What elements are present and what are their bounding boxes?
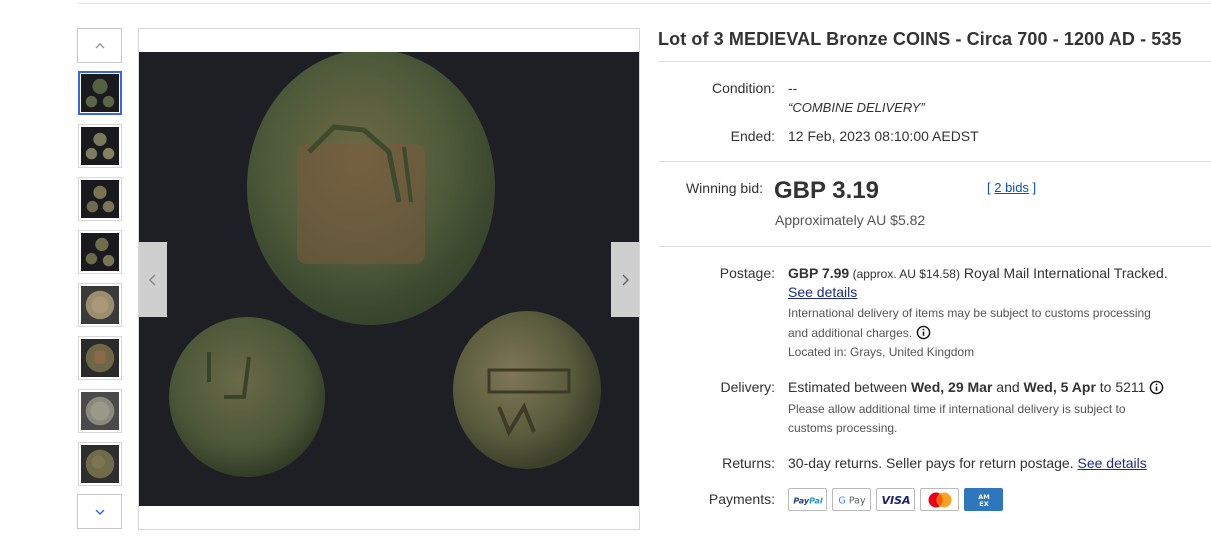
payment-methods: PayPal G Pay VISA AM EX [788, 488, 1003, 511]
coin-closeup-thumbnail [81, 445, 119, 483]
svg-text:VISA: VISA [881, 494, 910, 507]
amex-icon: AMEX [978, 493, 990, 508]
payments-label: Payments: [708, 491, 775, 507]
visa-logo: VISA [876, 488, 915, 511]
postage-value: GBP 7.99 (approx. AU $14.58) Royal Mail … [788, 265, 1168, 281]
thumbnail-scroll-up-button[interactable] [77, 28, 122, 63]
delivery-note-line1: Please allow additional time if internat… [788, 402, 1126, 416]
previous-image-button[interactable] [139, 242, 167, 317]
visa-icon: VISA [881, 494, 910, 507]
thumbnail-1[interactable] [78, 71, 122, 115]
delivery-postcode: to 5211 [1095, 379, 1146, 395]
ended-label: Ended: [730, 128, 775, 144]
postage-price: GBP 7.99 [788, 265, 850, 281]
condition-note: “COMBINE DELIVERY” [788, 100, 925, 115]
coin-closeup-thumbnail [81, 392, 119, 430]
paypal-icon: PayPal [793, 496, 822, 505]
paypal-logo: PayPal [788, 488, 827, 511]
chevron-right-icon [622, 273, 630, 286]
coin-closeup-thumbnail [81, 286, 119, 324]
listing-title: Lot of 3 MEDIEVAL Bronze COINS - Circa 7… [658, 29, 1182, 49]
customs-notice-line1: International delivery of items may be s… [788, 306, 1151, 320]
winning-bid-label: Winning bid: [685, 180, 763, 196]
amex-logo: AM EX [964, 488, 1003, 511]
ended-value: 12 Feb, 2023 08:10:00 AEDST [788, 128, 979, 144]
delivery-to-date: Wed, 5 Apr [1023, 379, 1096, 395]
top-divider [78, 0, 1211, 4]
info-icon[interactable] [1149, 380, 1164, 395]
chevron-left-icon [148, 273, 156, 286]
thumbnail-2[interactable] [78, 124, 122, 168]
returns-text: 30-day returns. Seller pays for return p… [788, 455, 1078, 471]
postage-service: Royal Mail International Tracked. [959, 265, 1168, 281]
divider [658, 246, 1211, 247]
bronze-coins-photo [139, 52, 639, 506]
main-product-image[interactable] [139, 52, 639, 506]
chevron-up-icon [95, 42, 104, 48]
svg-text:G Pay: G Pay [838, 495, 866, 506]
divider [658, 161, 1211, 162]
thumbnail-8[interactable] [78, 442, 122, 486]
delivery-estimate: Estimated between Wed, 29 Mar and Wed, 5… [788, 379, 1164, 395]
customs-notice-line2: and additional charges. [788, 325, 931, 340]
postage-see-details-link[interactable]: See details [788, 284, 857, 300]
thumbnail-3[interactable] [78, 177, 122, 221]
coin-closeup-thumbnail [81, 339, 119, 377]
returns-value: 30-day returns. Seller pays for return p… [788, 455, 1147, 471]
thumbnail-6[interactable] [78, 336, 122, 380]
returns-label: Returns: [722, 455, 775, 471]
divider [658, 61, 1211, 62]
returns-see-details-link[interactable]: See details [1077, 455, 1146, 471]
thumbnail-4[interactable] [78, 230, 122, 274]
mastercard-logo [920, 488, 959, 511]
coin-lot-thumbnail [81, 74, 119, 112]
winning-bid-approx: Approximately AU $5.82 [775, 212, 926, 228]
coin-lot-thumbnail [81, 233, 119, 271]
thumbnail-7[interactable] [78, 389, 122, 433]
coin-lot-thumbnail [81, 180, 119, 218]
svg-text:PayPal: PayPal [793, 496, 822, 505]
bid-history-link[interactable]: 2 bids [994, 180, 1029, 195]
coin-lot-thumbnail [81, 127, 119, 165]
delivery-from-date: Wed, 29 Mar [910, 379, 993, 395]
delivery-prefix: Estimated between [788, 379, 911, 395]
mastercard-icon [928, 492, 951, 507]
delivery-and: and [992, 379, 1024, 395]
winning-bid-price: GBP 3.19 [774, 177, 879, 204]
thumbnail-scroll-down-button[interactable] [77, 494, 122, 529]
thumbnail-5[interactable] [78, 283, 122, 327]
customs-notice-text: and additional charges. [788, 326, 913, 340]
condition-label: Condition: [711, 80, 775, 96]
info-icon[interactable] [916, 325, 931, 340]
delivery-label: Delivery: [720, 379, 775, 395]
google-pay-logo: G Pay [832, 488, 871, 511]
svg-text:EX: EX [979, 500, 988, 508]
delivery-note-line2: customs processing. [788, 421, 898, 435]
next-image-button[interactable] [611, 242, 639, 317]
chevron-down-icon [95, 509, 104, 515]
bid-count: [ 2 bids ] [987, 180, 1036, 195]
item-location: Located in: Grays, United Kingdom [788, 345, 975, 359]
condition-value: -- [788, 80, 798, 96]
postage-approx: (approx. AU $14.58) [849, 267, 960, 281]
bids-bracket-close: ] [1028, 180, 1037, 195]
postage-label: Postage: [719, 265, 775, 281]
main-image-frame [138, 28, 640, 530]
google-pay-icon: G Pay [838, 495, 866, 506]
